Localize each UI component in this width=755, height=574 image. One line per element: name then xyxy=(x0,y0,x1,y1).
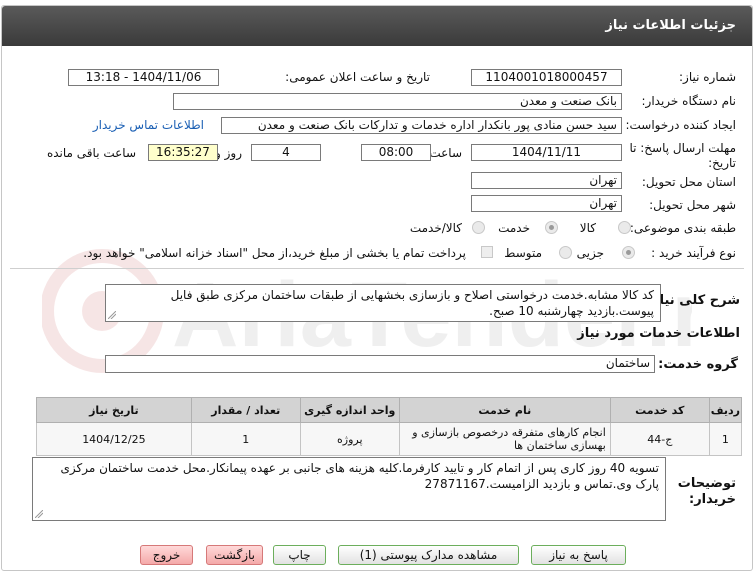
city-label: شهر محل تحویل: xyxy=(649,198,736,212)
deadline-date-field: 1404/11/11 xyxy=(471,144,622,161)
services-table: ردیف کد خدمت نام خدمت واحد اندازه گیری ت… xyxy=(36,397,743,456)
col-service-code: کد خدمت xyxy=(609,397,710,423)
announce-date-label: تاریخ و ساعت اعلان عمومی: xyxy=(285,70,430,84)
province-label: استان محل تحویل: xyxy=(641,175,736,189)
section-divider xyxy=(10,268,744,269)
category-radio-service[interactable] xyxy=(545,221,558,234)
window-header: جزئیات اطلاعات نیاز xyxy=(2,6,752,46)
remaining-time-label: ساعت باقی مانده xyxy=(46,146,136,160)
creator-field: سید حسن منادی پور بانکدار اداره خدمات و … xyxy=(221,117,622,134)
remaining-days-field: 4 xyxy=(251,144,321,161)
col-row: ردیف xyxy=(708,397,743,423)
col-quantity: تعداد / مقدار xyxy=(190,397,301,423)
announce-date-field: 1404/11/06 - 13:18 xyxy=(68,69,219,86)
services-section-title: اطلاعات خدمات مورد نیاز xyxy=(577,326,740,341)
cell-service-name: انجام کارهای متفرقه درخصوص بازسازی و بهس… xyxy=(398,422,611,456)
general-desc-text: کد کالا مشابه.خدمت درخواستی اصلاح و بازس… xyxy=(170,288,654,318)
need-details-window: جزئیات اطلاعات نیاز AriaTender.net شماره… xyxy=(1,5,753,571)
category-radio-goods-service[interactable] xyxy=(472,221,485,234)
buyer-notes-box[interactable]: تسویه 40 روز کاری پس از اتمام کار و تایی… xyxy=(32,457,666,521)
buyer-org-field: بانک صنعت و معدن xyxy=(173,93,622,110)
deadline-label: مهلت ارسال پاسخ: تا تاریخ: xyxy=(629,141,736,170)
col-unit: واحد اندازه گیری xyxy=(299,397,400,423)
cell-service-code: ج-44 xyxy=(609,422,710,456)
resize-grip-icon[interactable] xyxy=(35,510,43,518)
buyer-contact-link[interactable]: اطلاعات تماس خریدار xyxy=(93,118,204,132)
deadline-time-field: 08:00 xyxy=(361,144,431,161)
purchase-radio-minor[interactable] xyxy=(622,246,635,259)
buyer-org-label: نام دستگاه خریدار: xyxy=(641,94,737,108)
purchase-type-label: نوع فرآیند خرید : xyxy=(651,246,736,260)
cell-need-date: 1404/12/25 xyxy=(36,422,192,456)
service-group-label: گروه خدمت: xyxy=(658,357,738,372)
purchase-option-medium: متوسط xyxy=(504,246,542,260)
cell-row: 1 xyxy=(708,422,743,456)
window-title: جزئیات اطلاعات نیاز xyxy=(605,18,736,33)
treasury-payment-checkbox[interactable] xyxy=(481,246,493,258)
buyer-notes-label: توضیحات خریدار: xyxy=(677,476,736,507)
category-option-goods-service: کالا/خدمت xyxy=(409,221,462,235)
col-service-name: نام خدمت xyxy=(398,397,611,423)
category-label: طبقه بندی موضوعی: xyxy=(629,221,736,235)
back-button[interactable]: بازگشت xyxy=(206,545,263,565)
city-field: تهران xyxy=(471,195,622,212)
remaining-time-field: 16:35:27 xyxy=(148,144,218,161)
services-table-header: ردیف کد خدمت نام خدمت واحد اندازه گیری ت… xyxy=(36,397,743,423)
category-option-goods: کالا xyxy=(579,221,596,235)
reply-to-need-button[interactable]: پاسخ به نیاز xyxy=(531,545,626,565)
days-label: روز و xyxy=(215,146,242,160)
col-need-date: تاریخ نیاز xyxy=(36,397,192,423)
need-number-field: 1104001018000457 xyxy=(471,69,622,86)
table-row: 1 ج-44 انجام کارهای متفرقه درخصوص بازساز… xyxy=(36,422,743,456)
general-desc-box[interactable]: کد کالا مشابه.خدمت درخواستی اصلاح و بازس… xyxy=(105,284,661,322)
exit-button[interactable]: خروج xyxy=(140,545,193,565)
treasury-payment-note: پرداخت تمام یا بخشی از مبلغ خرید،از محل … xyxy=(83,246,466,260)
purchase-radio-medium[interactable] xyxy=(559,246,572,259)
buyer-notes-text: تسویه 40 روز کاری پس از اتمام کار و تایی… xyxy=(60,461,659,491)
province-field: تهران xyxy=(471,172,622,189)
category-radio-goods[interactable] xyxy=(618,221,631,234)
need-number-label: شماره نیاز: xyxy=(679,70,736,84)
category-option-service: خدمت xyxy=(498,221,530,235)
print-button[interactable]: چاپ xyxy=(273,545,326,565)
cell-quantity: 1 xyxy=(190,422,301,456)
deadline-time-label: ساعت xyxy=(429,146,462,160)
resize-grip-icon[interactable] xyxy=(108,311,116,319)
view-attachments-button[interactable]: مشاهده مدارک پیوستی (1) xyxy=(338,545,519,565)
creator-label: ایجاد کننده درخواست: xyxy=(625,118,736,132)
purchase-option-minor: جزیی xyxy=(576,246,604,260)
service-group-field: ساختمان xyxy=(105,355,655,373)
cell-unit: پروژه xyxy=(299,422,400,456)
